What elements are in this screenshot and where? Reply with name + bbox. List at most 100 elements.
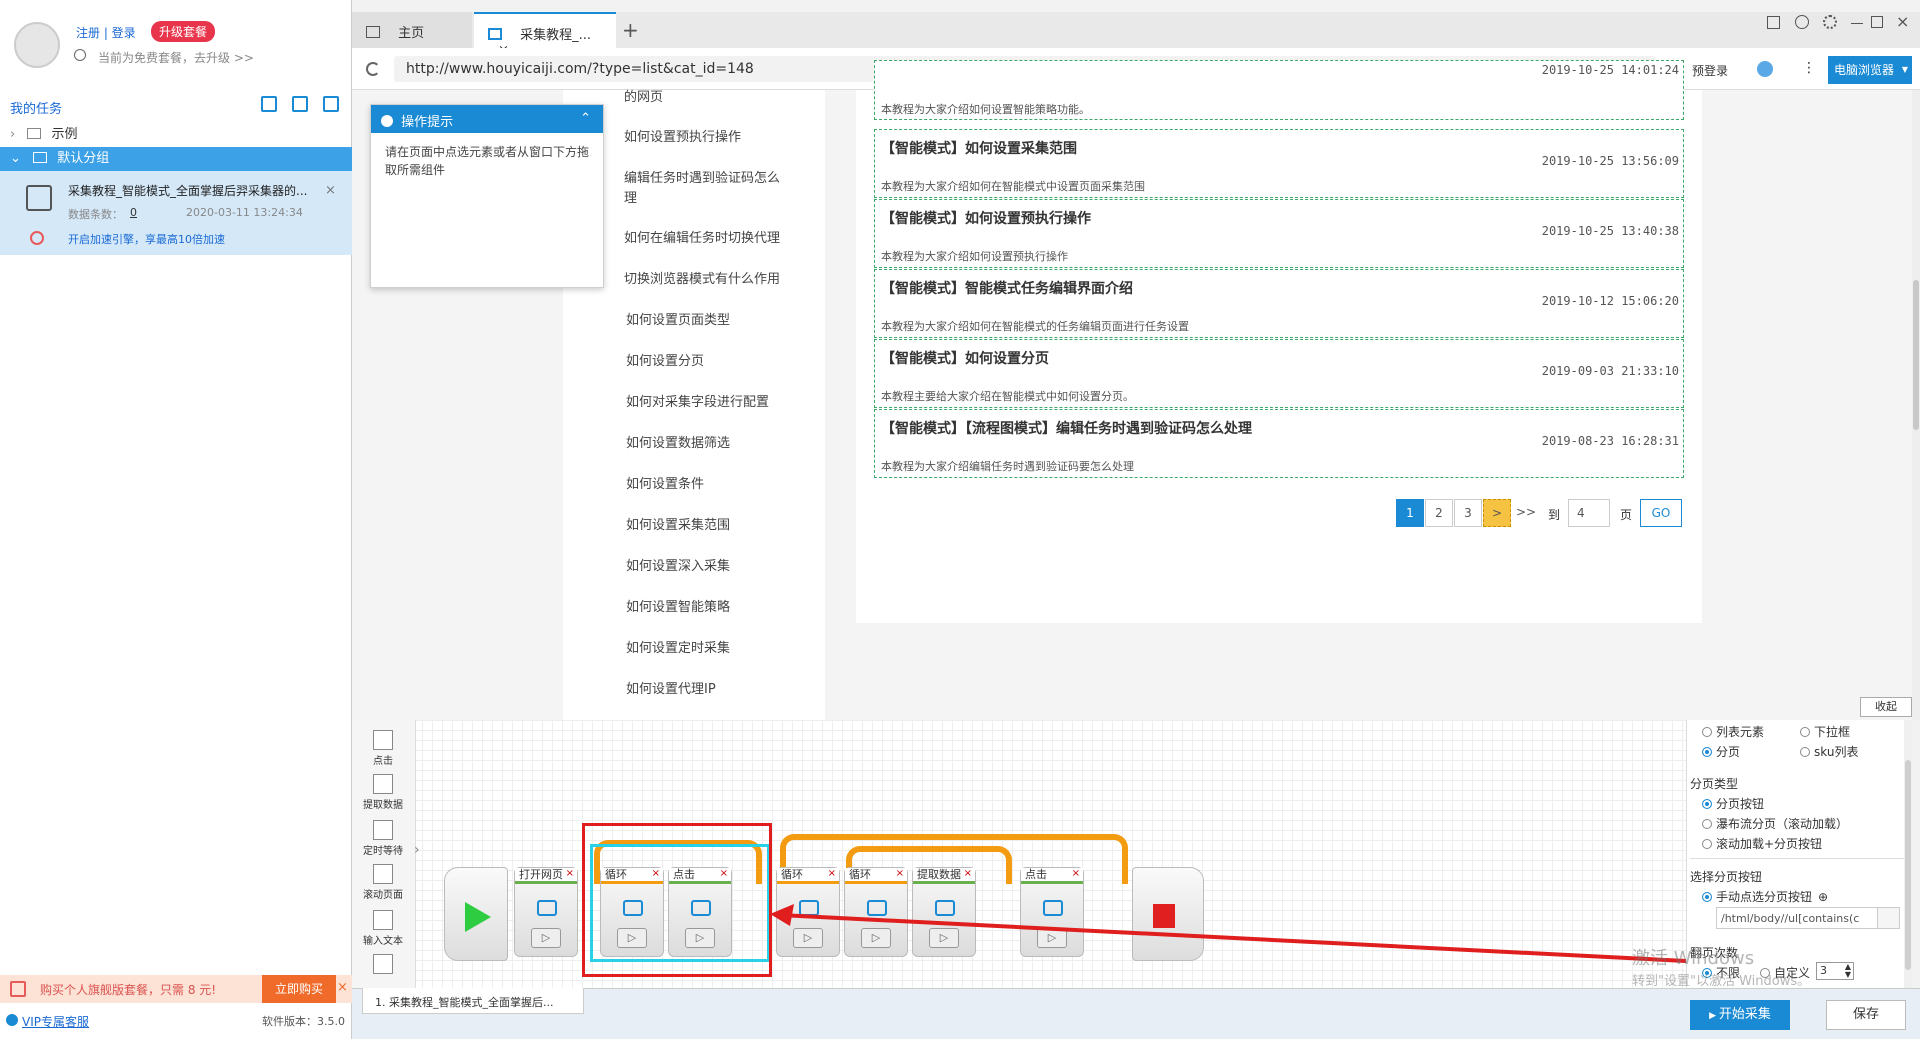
article-item[interactable]: 【智能模式】如何设置采集范围 2019-10-25 13:56:09 本教程为大家介… [874, 129, 1684, 198]
add-task-icon[interactable] [292, 96, 308, 112]
menu-item[interactable]: 的网页 [624, 86, 663, 105]
refresh-icon[interactable] [366, 62, 380, 76]
new-tab-button[interactable]: + [622, 18, 639, 42]
menu-item[interactable]: 如何设置分页 [626, 350, 704, 369]
close-window-icon[interactable]: × [1896, 12, 1909, 31]
ie-icon[interactable] [1757, 61, 1773, 77]
vip-support-link[interactable]: VIP专属客服 [22, 1013, 89, 1030]
option-page-button[interactable]: 分页按钮 [1702, 795, 1764, 812]
article-title[interactable]: 【智能模式】如何设置分页 [881, 348, 1049, 368]
gear-icon[interactable] [1823, 15, 1837, 29]
tip-header[interactable]: 操作提示 ⌃ [371, 105, 603, 133]
page-button-2[interactable]: 2 [1425, 499, 1453, 527]
buy-now-button[interactable]: 立即购买 [262, 975, 336, 1003]
panel-scrollbar[interactable] [1904, 720, 1912, 988]
search-task-icon[interactable] [323, 96, 339, 112]
start-collect-button[interactable]: ▶ 开始采集 [1690, 1000, 1790, 1030]
close-icon[interactable]: × [566, 868, 574, 879]
tool-more[interactable] [360, 954, 406, 976]
register-login-link[interactable]: 注册 | 登录 [76, 24, 136, 41]
page-button-3[interactable]: 3 [1454, 499, 1482, 527]
page-number-input[interactable]: 4 [1568, 499, 1610, 527]
menu-item[interactable]: 理 [624, 187, 637, 206]
option-manual-select[interactable]: 手动点选分页按钮 ⊕ [1702, 888, 1828, 905]
menu-item[interactable]: 如何设置智能策略 [626, 596, 730, 615]
option-list-element[interactable]: 列表元素 [1702, 723, 1764, 740]
close-icon[interactable]: × [964, 868, 972, 879]
menu-item[interactable]: 切换浏览器模式有什么作用 [624, 268, 780, 287]
close-icon[interactable]: × [896, 868, 904, 879]
article-title[interactable]: 【智能模式】【流程图模式】编辑任务时遇到验证码怎么处理 [881, 418, 1252, 438]
option-paging[interactable]: 分页 [1702, 743, 1740, 760]
tab-tutorial[interactable]: 采集教程_... × [474, 12, 616, 58]
option-waterfall[interactable]: 瀑布流分页（滚动加载） [1702, 815, 1848, 832]
save-button[interactable]: 保存 [1826, 1000, 1906, 1030]
task-tab[interactable]: 1. 采集教程_智能模式_全面掌握后... [362, 988, 584, 1014]
page-scrollbar[interactable] [1912, 90, 1920, 720]
xpath-field[interactable]: /html/body//ul[contains(c [1716, 907, 1900, 929]
task-title[interactable]: 采集教程_智能模式_全面掌握后羿采集器的... [68, 182, 307, 199]
option-dropdown[interactable]: 下拉框 [1800, 723, 1850, 740]
group-row-default[interactable]: ⌄ 默认分组 [0, 147, 352, 171]
close-icon[interactable]: × [1072, 868, 1080, 879]
tool-3[interactable]: 滚动页面 [360, 864, 406, 901]
tool-0[interactable]: 点击 [360, 730, 406, 767]
custom-page-count-input[interactable]: 3 ▲ ▼ [1816, 962, 1854, 980]
speedup-link[interactable]: 开启加速引擎，享最高10倍加速 [68, 231, 225, 247]
menu-item[interactable]: 如何设置采集范围 [626, 514, 730, 533]
tool-1[interactable]: 提取数据 [360, 774, 406, 811]
article-item[interactable]: 【智能模式】智能模式任务编辑界面介绍 2019-10-12 15:06:20 本教程… [874, 269, 1684, 338]
close-icon[interactable]: × [828, 868, 836, 879]
page-button-1[interactable]: 1 [1396, 499, 1424, 527]
go-button[interactable]: GO [1640, 499, 1682, 527]
play-node-icon[interactable]: ▷ [531, 928, 561, 948]
expand-toolbox-icon[interactable]: › [414, 842, 420, 858]
upgrade-badge[interactable]: 升级套餐 [151, 21, 216, 42]
flow-node[interactable]: 打开网页 × ▷ [514, 867, 578, 957]
prelogin-button[interactable]: 预登录 [1692, 62, 1728, 79]
collapse-button[interactable]: 收起 [1860, 697, 1912, 717]
collapse-up-icon[interactable]: ⌃ [580, 111, 591, 126]
start-node[interactable] [444, 867, 508, 961]
free-plan-note[interactable]: 当前为免费套餐，去升级 >> [98, 49, 254, 66]
stepper-icon[interactable]: ▲ ▼ [1845, 963, 1851, 979]
option-scroll-and-button[interactable]: 滚动加载+分页按钮 [1702, 835, 1822, 852]
close-icon[interactable]: × [325, 183, 336, 198]
avatar[interactable] [14, 22, 60, 68]
maximize-icon[interactable] [1871, 16, 1883, 28]
menu-item[interactable]: 如何设置预执行操作 [624, 126, 741, 145]
close-icon[interactable]: × [337, 980, 348, 995]
menu-item[interactable]: 编辑任务时遇到验证码怎么 [624, 167, 780, 186]
menu-item[interactable]: 如何设置深入采集 [626, 555, 730, 574]
last-page-button[interactable]: >> [1512, 499, 1540, 527]
group-row-example[interactable]: › 示例 [0, 123, 352, 147]
article-item[interactable]: 【智能模式】如何设置分页 2019-09-03 21:33:10 本教程主要给大家介… [874, 339, 1684, 408]
menu-item[interactable]: 如何设置代理IP [626, 678, 716, 697]
article-title[interactable]: 【智能模式】如何设置采集范围 [881, 138, 1077, 158]
article-item[interactable]: 【智能模式】【流程图模式】编辑任务时遇到验证码怎么处理 2019-08-23 16… [874, 409, 1684, 478]
gift-icon[interactable] [1767, 16, 1780, 29]
task-item[interactable]: 采集教程_智能模式_全面掌握后羿采集器的... × 数据条数： 0 2020-0… [0, 171, 352, 255]
edit-icon[interactable] [1877, 908, 1899, 928]
data-count[interactable]: 0 [130, 206, 137, 219]
more-icon[interactable]: ⋮ [1802, 60, 1816, 76]
menu-item[interactable]: 如何设置条件 [626, 473, 704, 492]
menu-item[interactable]: 如何设置定时采集 [626, 637, 730, 656]
article-item[interactable]: 2019-10-25 14:01:24 本教程为大家介绍如何设置智能策略功能。 [874, 60, 1684, 120]
article-item[interactable]: 【智能模式】如何设置预执行操作 2019-10-25 13:40:38 本教程为大家… [874, 199, 1684, 268]
import-icon[interactable] [261, 96, 277, 112]
article-title[interactable]: 【智能模式】如何设置预执行操作 [881, 208, 1091, 228]
target-icon[interactable]: ⊕ [1818, 890, 1828, 904]
menu-item[interactable]: 如何在编辑任务时切换代理 [624, 227, 780, 246]
next-page-button[interactable]: > [1483, 499, 1511, 527]
article-title[interactable]: 【智能模式】智能模式任务编辑界面介绍 [881, 278, 1133, 298]
option-sku[interactable]: sku列表 [1800, 743, 1858, 760]
help-icon[interactable] [1795, 15, 1809, 29]
tool-2[interactable]: 定时等待 [360, 820, 406, 857]
scrollbar-thumb[interactable] [1913, 280, 1919, 430]
browser-mode-dropdown[interactable]: 电脑浏览器 ▼ [1828, 56, 1912, 84]
tab-home[interactable]: 主页 [352, 12, 472, 48]
menu-item[interactable]: 如何设置数据筛选 [626, 432, 730, 451]
minimize-icon[interactable] [1851, 23, 1863, 24]
tool-4[interactable]: 输入文本 [360, 910, 406, 947]
